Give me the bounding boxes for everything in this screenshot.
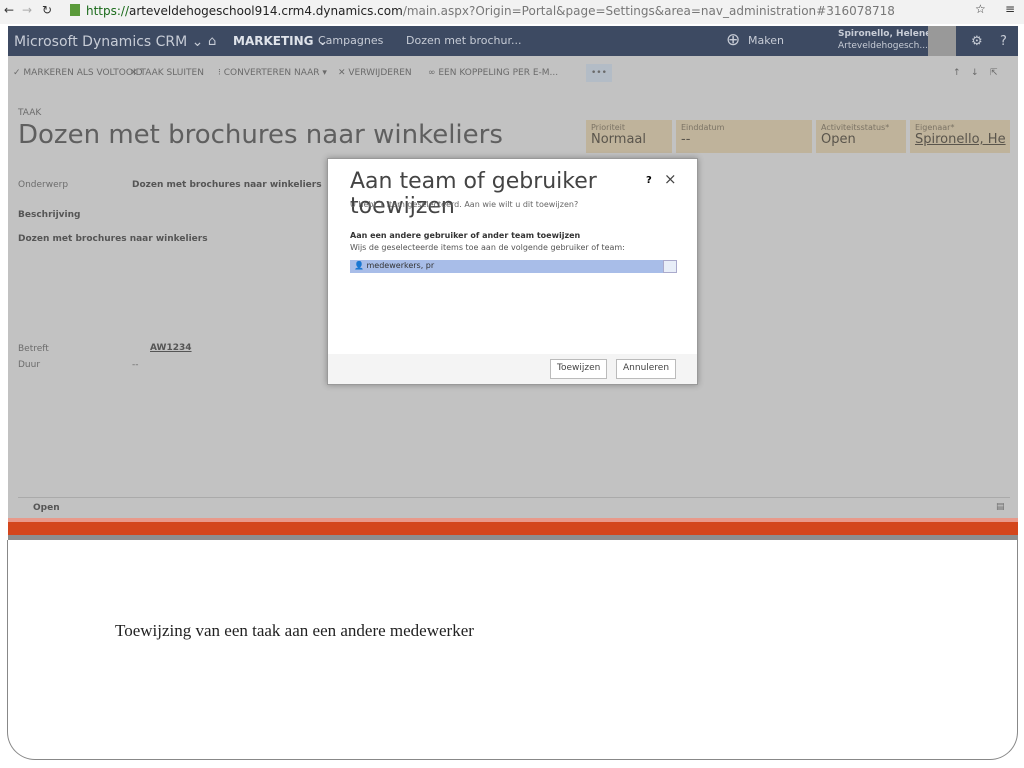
area-menu[interactable]: MARKETING ⌄	[233, 34, 328, 48]
popout-icon[interactable]: ⇱	[990, 68, 998, 78]
more-commands-button[interactable]: •••	[586, 64, 612, 82]
user-lookup-input[interactable]: 👤 medewerkers, pr	[350, 260, 677, 273]
slide-caption: Toewijzing van een taak aan een andere m…	[115, 621, 474, 640]
assign-button[interactable]: Toewijzen	[550, 359, 608, 379]
description-label: Beschrijving	[18, 210, 81, 220]
forward-icon[interactable]: →	[22, 3, 32, 17]
instruction-text: Wijs de geselecteerde items toe aan de v…	[350, 243, 625, 252]
assign-dialog: Aan team of gebruiker toewijzen ? × U he…	[327, 158, 698, 385]
reload-icon[interactable]: ↻	[42, 3, 52, 17]
breadcrumb-campagnes[interactable]: Campagnes	[318, 34, 383, 47]
help-icon[interactable]: ?	[1000, 34, 1007, 49]
header-status[interactable]: Activiteitsstatus* Open	[816, 120, 906, 153]
cancel-button[interactable]: Annuleren	[616, 359, 677, 379]
gear-icon[interactable]: ⚙	[971, 34, 983, 49]
avatar[interactable]	[928, 26, 956, 56]
help-icon[interactable]: ?	[646, 175, 652, 186]
header-due-date[interactable]: Einddatum --	[676, 120, 812, 153]
dialog-title: Aan team of gebruiker toewijzen	[350, 169, 597, 219]
mark-complete-button[interactable]: ✓ MARKEREN ALS VOLTOOID	[13, 68, 143, 78]
down-icon[interactable]: ↓	[971, 68, 979, 78]
delete-button[interactable]: ✕ VERWIJDEREN	[338, 68, 412, 78]
close-icon[interactable]: ×	[664, 170, 677, 188]
duration-label: Duur	[18, 360, 41, 370]
status-footer: Open	[33, 503, 60, 513]
plus-circle-icon: ⊕	[726, 30, 741, 50]
section-label: Aan een andere gebruiker of ander team t…	[350, 231, 581, 240]
email-link-button[interactable]: ∞ EEN KOPPELING PER E-M...	[428, 68, 558, 78]
header-owner[interactable]: Eigenaar* Spironello, He	[910, 120, 1010, 153]
user-name: Spironello, Helene	[838, 29, 932, 39]
user-icon: 👤	[354, 261, 364, 270]
address-bar[interactable]: https://arteveldehogeschool914.crm4.dyna…	[86, 4, 895, 18]
duration-value: --	[132, 360, 139, 370]
app-menu[interactable]: Microsoft Dynamics CRM ⌄	[14, 34, 203, 50]
regarding-label: Betreft	[18, 344, 49, 354]
up-icon[interactable]: ↑	[953, 68, 961, 78]
record-type: TAAK	[18, 108, 42, 118]
lookup-search-icon[interactable]	[663, 260, 677, 273]
subject-label: Onderwerp	[18, 180, 69, 190]
close-task-button[interactable]: ✕ TAAK SLUITEN	[130, 68, 204, 78]
back-icon[interactable]: ←	[4, 3, 14, 17]
dialog-subtitle: U hebt 1 item geselecteerd. Aan wie wilt…	[350, 200, 579, 209]
menu-icon[interactable]: ≡	[1005, 2, 1015, 16]
page-title: Dozen met brochures naar winkeliers	[18, 120, 503, 150]
convert-button[interactable]: ⁝ CONVERTEREN NAAR ▾	[218, 68, 327, 78]
slide-frame	[7, 540, 1018, 760]
subject-value[interactable]: Dozen met brochures naar winkeliers	[132, 180, 322, 190]
star-icon[interactable]: ☆	[975, 2, 986, 16]
description-value[interactable]: Dozen met brochures naar winkeliers	[18, 234, 208, 244]
user-org: Arteveldehogesch...	[838, 41, 928, 51]
header-priority[interactable]: Prioriteit Normaal	[586, 120, 672, 153]
breadcrumb-record[interactable]: Dozen met brochur...	[406, 34, 522, 47]
browser-toolbar: ← → ↻ https://arteveldehogeschool914.crm…	[0, 0, 1024, 24]
save-icon[interactable]: ▤	[996, 502, 1005, 512]
dialog-footer: Toewijzen Annuleren	[328, 354, 697, 384]
crm-navbar: Microsoft Dynamics CRM ⌄ ⌂ MARKETING ⌄ C…	[8, 26, 1018, 56]
create-button[interactable]: Maken	[748, 34, 784, 47]
lock-icon	[70, 4, 80, 16]
regarding-link[interactable]: AW1234	[150, 343, 192, 353]
home-icon[interactable]: ⌂	[208, 34, 216, 49]
